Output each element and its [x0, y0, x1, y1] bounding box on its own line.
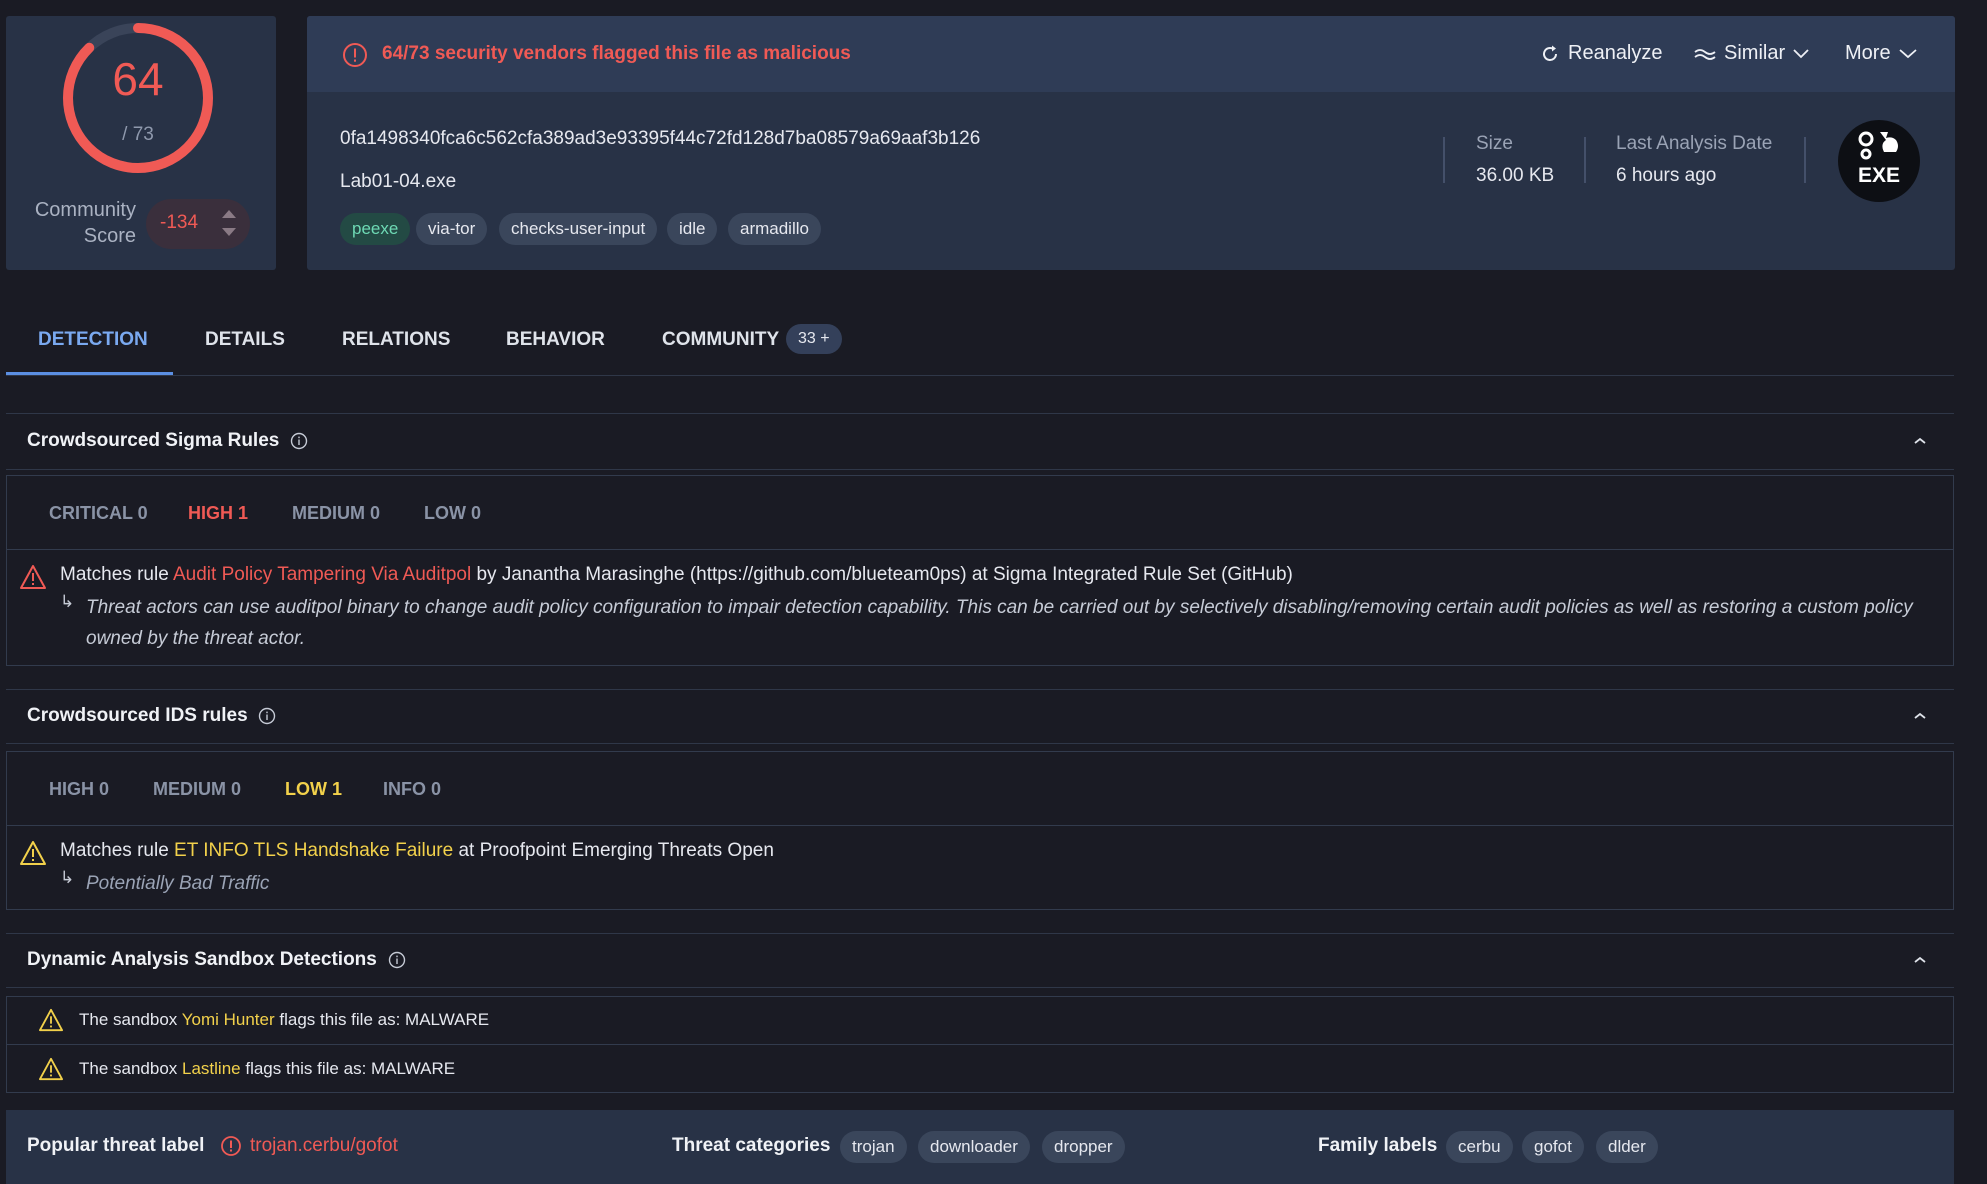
tab-behavior[interactable]: BEHAVIOR — [506, 329, 605, 351]
file-tag[interactable]: via-tor — [416, 213, 488, 245]
chevron-down-icon — [1793, 48, 1809, 58]
ids-rule-match: Matches rule ET INFO TLS Handshake Failu… — [60, 840, 774, 862]
severity-medium[interactable]: MEDIUM 0 — [292, 503, 380, 524]
severity-medium[interactable]: MEDIUM 0 — [153, 779, 241, 800]
rule-suffix: by Janantha Marasinghe (https://github.c… — [471, 564, 1293, 585]
warning-icon — [20, 841, 46, 865]
severity-low[interactable]: LOW 1 — [285, 779, 342, 800]
rule-prefix: Matches rule — [60, 840, 175, 861]
family-labels-title: Family labels — [1318, 1135, 1438, 1156]
chevron-up-icon[interactable] — [1912, 435, 1928, 447]
section-divider — [6, 933, 1954, 934]
reanalyze-label: Reanalyze — [1568, 42, 1663, 64]
malicious-alert-text: 64/73 security vendors flagged this file… — [382, 43, 851, 64]
tabs-divider — [6, 375, 1954, 376]
sandbox-row: The sandbox Yomi Hunter flags this file … — [79, 1010, 490, 1029]
info-icon[interactable] — [290, 432, 308, 450]
warning-icon — [39, 1008, 63, 1032]
divider — [1443, 137, 1445, 183]
severity-low[interactable]: LOW 0 — [424, 503, 481, 524]
active-tab-indicator — [6, 372, 173, 375]
sandbox-row: The sandbox Lastline flags this file as:… — [79, 1059, 456, 1078]
box-divider — [7, 549, 1953, 550]
vote-arrows-icon[interactable] — [220, 205, 238, 241]
file-type-badge: EXE — [1838, 120, 1920, 202]
more-button[interactable]: More — [1845, 42, 1917, 65]
tab-detection[interactable]: DETECTION — [38, 329, 148, 351]
divider — [1584, 137, 1586, 183]
file-tag[interactable]: peexe — [340, 213, 411, 245]
divider — [1804, 137, 1806, 183]
box-divider — [7, 825, 1953, 826]
last-analysis-label: Last Analysis Date — [1616, 133, 1773, 154]
rule-suffix: at Proofpoint Emerging Threats Open — [453, 840, 774, 861]
reanalyze-button[interactable]: Reanalyze — [1540, 42, 1663, 65]
similar-button[interactable]: Similar — [1694, 42, 1809, 65]
community-count-badge: 33 + — [786, 324, 842, 354]
popular-threat-label-title: Popular threat label — [27, 1135, 205, 1156]
family-label-tag[interactable]: cerbu — [1446, 1131, 1513, 1163]
size-label: Size — [1476, 133, 1513, 154]
severity-critical[interactable]: CRITICAL 0 — [49, 503, 148, 524]
tab-relations[interactable]: RELATIONS — [342, 329, 450, 351]
alert-circle-icon — [221, 1136, 241, 1156]
info-icon[interactable] — [258, 707, 276, 725]
vendor-total: / 73 — [122, 124, 154, 145]
community-score-value: -134 — [160, 212, 199, 233]
file-name: Lab01-04.exe — [340, 171, 457, 192]
ids-rule-link[interactable]: ET INFO TLS Handshake Failure — [174, 840, 453, 861]
community-score-label: Community Score — [34, 199, 136, 247]
section-divider — [6, 689, 1954, 690]
rule-prefix: Matches rule — [60, 564, 173, 585]
severity-high[interactable]: HIGH 1 — [188, 503, 248, 524]
file-tag[interactable]: armadillo — [728, 213, 821, 245]
refresh-icon — [1543, 45, 1557, 61]
sandbox-link[interactable]: Yomi Hunter — [182, 1010, 275, 1029]
severity-high[interactable]: HIGH 0 — [49, 779, 109, 800]
row-divider — [7, 1044, 1953, 1045]
gears-icon — [1858, 131, 1898, 160]
file-tag[interactable]: idle — [667, 213, 718, 245]
file-hash[interactable]: 0fa1498340fca6c562cfa389ad3e93395f44c72f… — [340, 128, 980, 150]
tab-community[interactable]: COMMUNITY — [662, 329, 779, 351]
warning-icon — [20, 565, 46, 589]
threat-category-tag[interactable]: dropper — [1042, 1131, 1125, 1163]
sigma-rule-link[interactable]: Audit Policy Tampering Via Auditpol — [173, 564, 471, 585]
section-divider — [6, 987, 1954, 988]
sigma-rule-match: Matches rule Audit Policy Tampering Via … — [60, 564, 1293, 586]
similar-icon — [1694, 48, 1716, 60]
file-type-label: EXE — [1857, 164, 1901, 187]
section-divider — [6, 413, 1954, 414]
family-label-tag[interactable]: gofot — [1522, 1131, 1584, 1163]
popular-threat-label-value[interactable]: trojan.cerbu/gofot — [250, 1135, 398, 1157]
sandbox-link[interactable]: Lastline — [182, 1059, 241, 1078]
last-analysis-value: 6 hours ago — [1616, 165, 1717, 186]
file-tag[interactable]: checks-user-input — [499, 213, 658, 245]
detection-count: 64 — [112, 53, 164, 105]
sub-arrow-icon: ↳ — [60, 592, 75, 611]
similar-label: Similar — [1724, 42, 1786, 64]
ids-section-title[interactable]: Crowdsourced IDS rules — [27, 705, 248, 727]
chevron-up-icon[interactable] — [1912, 710, 1928, 722]
section-divider — [6, 743, 1954, 744]
sub-arrow-icon: ↳ — [60, 868, 75, 887]
section-divider — [6, 469, 1954, 470]
threat-category-tag[interactable]: trojan — [840, 1131, 907, 1163]
family-label-tag[interactable]: dlder — [1596, 1131, 1658, 1163]
chevron-up-icon[interactable] — [1912, 954, 1928, 966]
severity-info[interactable]: INFO 0 — [383, 779, 441, 800]
warning-icon — [39, 1057, 63, 1081]
threat-categories-title: Threat categories — [672, 1135, 831, 1156]
sandbox-section-title[interactable]: Dynamic Analysis Sandbox Detections — [27, 949, 377, 971]
size-value: 36.00 KB — [1476, 165, 1555, 186]
tab-details[interactable]: DETAILS — [205, 329, 285, 351]
chevron-down-icon — [1898, 48, 1917, 58]
ids-rule-description: Potentially Bad Traffic — [86, 873, 270, 894]
alert-circle-icon — [343, 43, 367, 67]
threat-category-tag[interactable]: downloader — [918, 1131, 1030, 1163]
sigma-rule-description: Threat actors can use auditpol binary to… — [86, 597, 1913, 649]
more-label: More — [1845, 42, 1891, 64]
sigma-section-title[interactable]: Crowdsourced Sigma Rules — [27, 430, 279, 452]
info-icon[interactable] — [388, 951, 406, 969]
